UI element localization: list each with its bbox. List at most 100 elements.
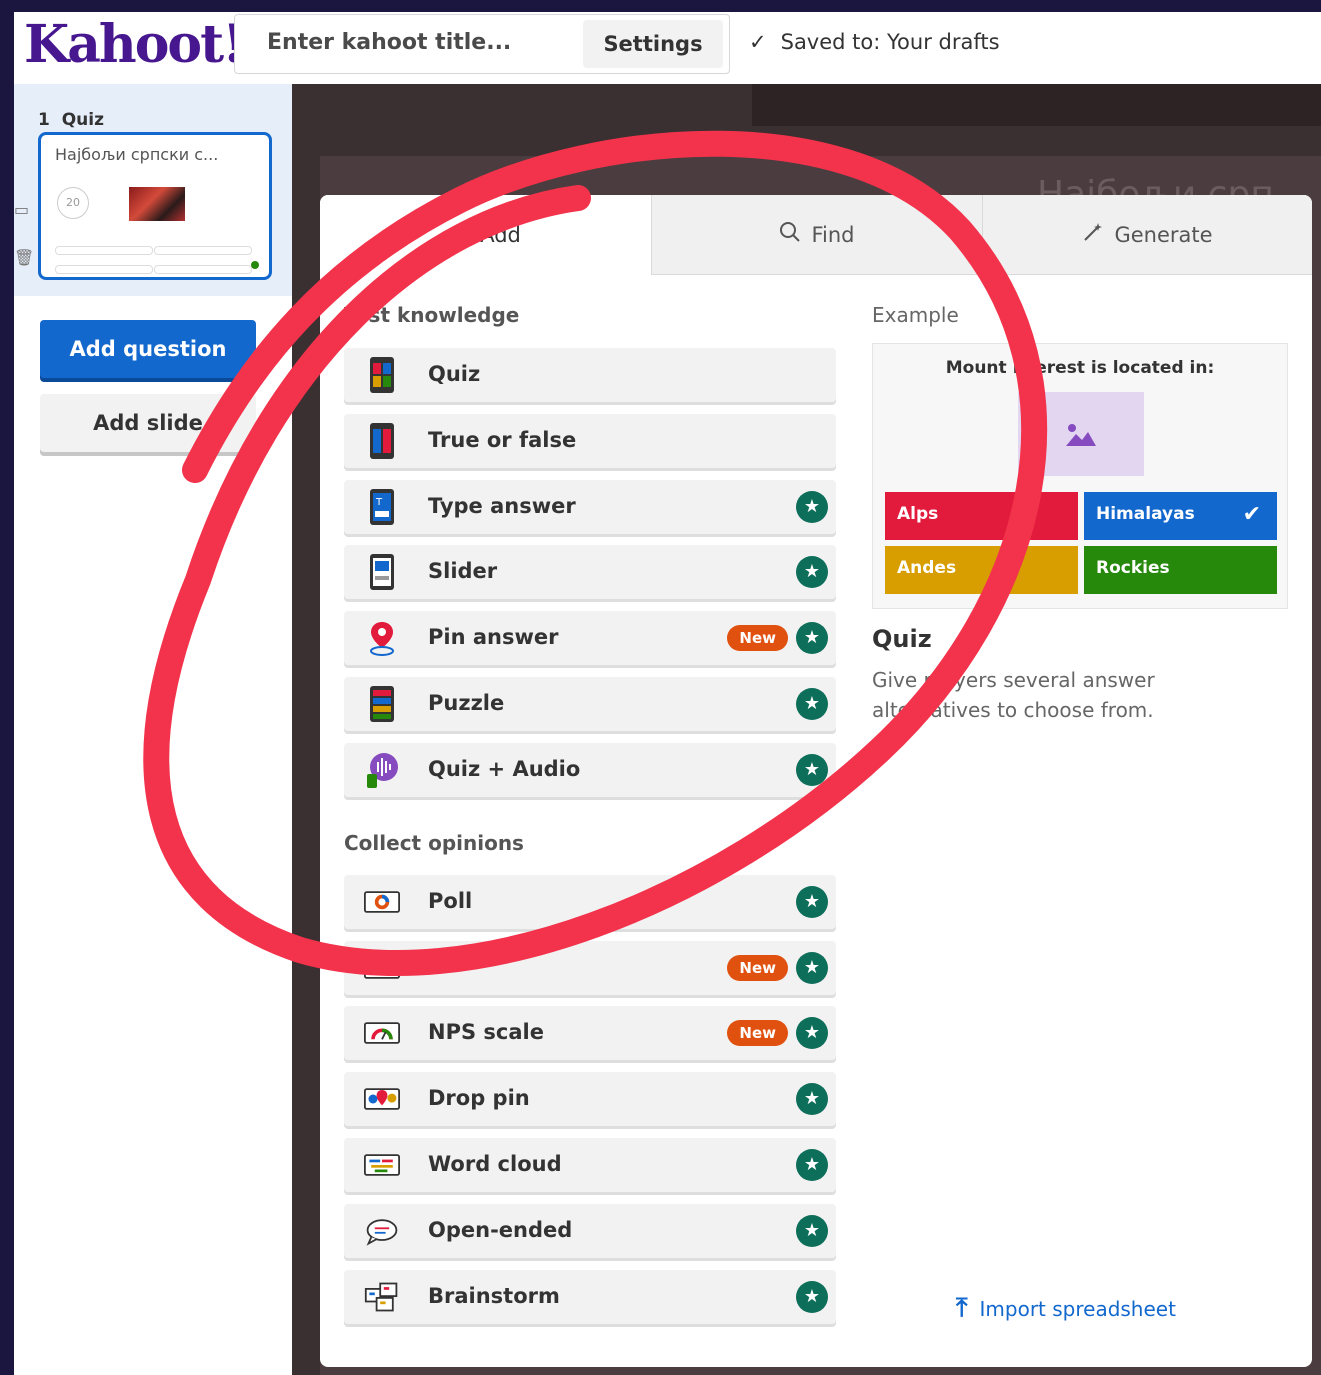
premium-star-icon: ★ — [796, 1149, 828, 1181]
type-answer-icon: T — [364, 488, 400, 526]
question-type-true-or-false[interactable]: True or false — [344, 414, 836, 468]
example-label: Example — [872, 303, 959, 327]
slide-image-thumbnail — [129, 187, 185, 221]
example-answer-alps: Alps — [885, 492, 1078, 540]
check-icon: ✓ — [749, 30, 767, 54]
question-type-label: Brainstorm — [428, 1284, 560, 1308]
question-type-drop-pin[interactable]: Drop pin ★ — [344, 1072, 836, 1126]
question-type-puzzle[interactable]: Puzzle ★ — [344, 677, 836, 731]
tab-find[interactable]: Find — [651, 195, 982, 275]
import-spreadsheet-label: Import spreadsheet — [979, 1296, 1176, 1321]
kahoot-logo[interactable]: Kahoot! — [24, 14, 245, 75]
brainstorm-icon — [364, 1278, 400, 1316]
magic-wand-icon — [1082, 221, 1104, 249]
svg-text:T: T — [375, 497, 383, 508]
slide-label: 1 Quiz — [38, 110, 104, 130]
scale-icon — [364, 949, 400, 987]
premium-star-icon: ★ — [796, 622, 828, 654]
timer-badge: 20 — [57, 187, 89, 219]
example-title: Quiz — [872, 625, 932, 653]
slide-title: Најбољи српски с... — [55, 145, 219, 164]
premium-star-icon: ★ — [796, 754, 828, 786]
question-type-open-ended[interactable]: Open-ended ★ — [344, 1204, 836, 1258]
quiz-icon — [364, 356, 400, 394]
answer-text: Rockies — [1096, 558, 1170, 578]
question-type-label: NPS scale — [428, 1020, 544, 1044]
premium-star-icon: ★ — [796, 1017, 828, 1049]
section-heading-test-knowledge: Test knowledge — [344, 303, 520, 327]
premium-star-icon: ★ — [796, 1215, 828, 1247]
premium-star-icon: ★ — [796, 1281, 828, 1313]
add-slide-button[interactable]: Add slide — [40, 394, 256, 452]
new-badge: New — [727, 955, 788, 981]
kahoot-title-input[interactable] — [265, 29, 569, 56]
example-answer-andes: Andes — [885, 546, 1078, 594]
premium-star-icon: ★ — [796, 491, 828, 523]
question-type-label: Quiz + Audio — [428, 757, 581, 781]
premium-star-icon: ★ — [796, 556, 828, 588]
question-type-nps-scale[interactable]: NPS scale New ★ — [344, 1006, 836, 1060]
question-type-slider[interactable]: Slider ★ — [344, 545, 836, 599]
tab-add-label: Add — [480, 223, 521, 247]
example-preview: Mount Everest is located in: Alps Himala… — [872, 343, 1288, 609]
trash-icon[interactable]: 🗑 — [14, 248, 34, 267]
answer-text: Himalayas — [1096, 504, 1195, 524]
image-placeholder-icon — [1018, 392, 1144, 476]
slides-sidebar: 1 Quiz ▭ 🗑 Најбољи српски с... 20 Add qu… — [14, 84, 292, 1375]
tab-add[interactable]: + Add — [320, 195, 651, 275]
slide-type: Quiz — [61, 110, 104, 130]
answer-placeholder — [55, 265, 153, 274]
canvas-header-band — [752, 84, 1321, 126]
poll-icon — [364, 883, 400, 921]
example-question: Mount Everest is located in: — [945, 358, 1215, 378]
question-type-type-answer[interactable]: T Type answer ★ — [344, 480, 836, 534]
upload-icon: ⤒ — [956, 1293, 968, 1323]
drop-pin-icon — [364, 1080, 400, 1118]
new-badge: New — [727, 1020, 788, 1046]
word-cloud-icon — [364, 1146, 400, 1184]
slider-icon — [364, 553, 400, 591]
slide-thumbnail[interactable]: Најбољи српски с... 20 — [38, 132, 272, 280]
panel-tabs: + Add Find Generate — [320, 195, 1312, 275]
add-question-panel: + Add Find Generate Test knowledge Quiz T… — [320, 195, 1312, 1367]
tab-find-label: Find — [811, 222, 855, 247]
question-type-quiz-audio[interactable]: Quiz + Audio ★ — [344, 743, 836, 797]
question-type-label: Quiz — [428, 362, 481, 386]
question-type-quiz[interactable]: Quiz — [344, 348, 836, 402]
question-type-word-cloud[interactable]: Word cloud ★ — [344, 1138, 836, 1192]
answer-text: Andes — [897, 558, 957, 578]
question-type-label: Word cloud — [428, 1152, 562, 1176]
slide-number: 1 — [38, 110, 50, 130]
search-icon — [779, 221, 801, 249]
duplicate-icon[interactable]: ▭ — [14, 200, 29, 219]
settings-button[interactable]: Settings — [583, 20, 723, 68]
correct-answer-dot — [251, 261, 259, 269]
question-type-poll[interactable]: Poll ★ — [344, 875, 836, 929]
question-type-label: Type answer — [428, 494, 576, 518]
question-type-scale[interactable]: New ★ — [344, 941, 836, 995]
premium-star-icon: ★ — [796, 688, 828, 720]
premium-star-icon: ★ — [796, 886, 828, 918]
question-type-pin-answer[interactable]: Pin answer New ★ — [344, 611, 836, 665]
question-type-label: True or false — [428, 428, 577, 452]
question-type-brainstorm[interactable]: Brainstorm ★ — [344, 1270, 836, 1324]
answer-placeholder — [154, 246, 252, 255]
plus-icon: + — [450, 221, 471, 249]
tab-generate-label: Generate — [1114, 222, 1213, 247]
new-badge: New — [727, 625, 788, 651]
section-heading-collect-opinions: Collect opinions — [344, 831, 524, 855]
tab-generate[interactable]: Generate — [982, 195, 1312, 275]
example-answer-himalayas: Himalayas ✔ — [1084, 492, 1277, 540]
save-status-text: Saved to: Your drafts — [780, 30, 1000, 54]
answer-text: Alps — [897, 504, 939, 524]
pin-answer-icon — [364, 619, 400, 657]
premium-star-icon: ★ — [796, 1083, 828, 1115]
quiz-audio-icon — [364, 751, 400, 789]
import-spreadsheet-link[interactable]: ⤒ Import spreadsheet — [956, 1293, 1176, 1324]
question-type-label: Pin answer — [428, 625, 559, 649]
checkmark-icon: ✔ — [1242, 502, 1261, 527]
add-question-button[interactable]: Add question — [40, 320, 256, 378]
premium-star-icon: ★ — [796, 952, 828, 984]
nps-scale-icon — [364, 1014, 400, 1052]
title-field-wrapper: Settings — [234, 14, 730, 74]
